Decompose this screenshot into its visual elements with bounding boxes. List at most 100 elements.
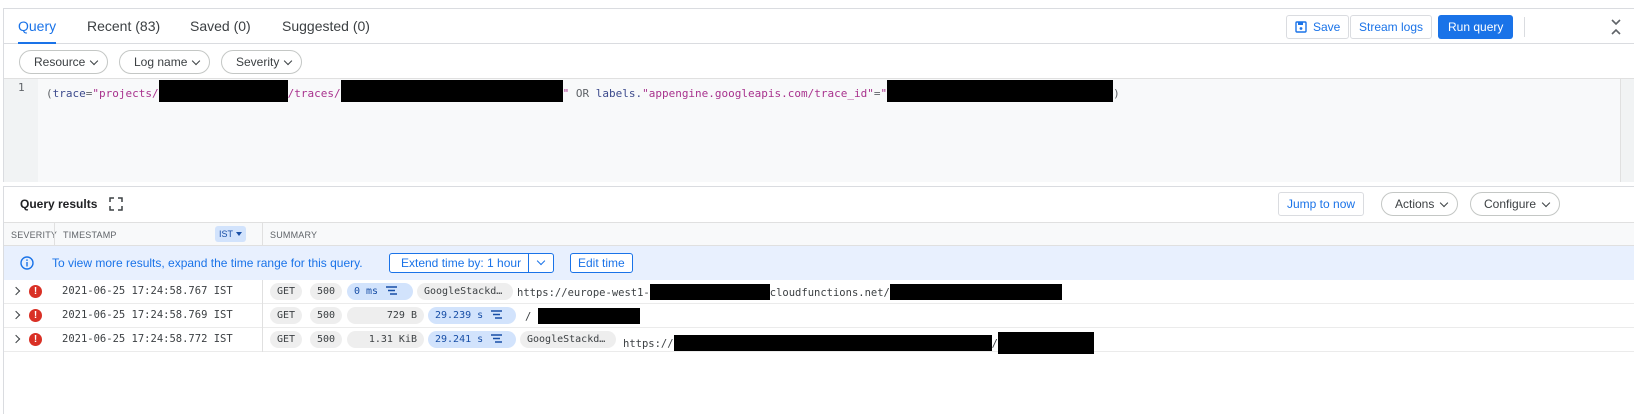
save-button[interactable]: Save bbox=[1286, 15, 1350, 39]
column-divider bbox=[54, 223, 55, 245]
expand-caret-icon[interactable] bbox=[11, 310, 21, 320]
code-token: /traces/ bbox=[287, 87, 341, 100]
edit-time-button[interactable]: Edit time bbox=[570, 253, 633, 273]
expand-caret-icon[interactable] bbox=[11, 286, 21, 296]
query-editor[interactable]: 1 (trace="projects//traces/" OR labels."… bbox=[4, 78, 1634, 182]
code-token: OR bbox=[575, 87, 590, 100]
code-token: ( bbox=[46, 87, 53, 100]
banner-text: To view more results, expand the time ra… bbox=[52, 256, 363, 270]
status-chip[interactable]: 500 bbox=[310, 307, 343, 324]
row-timestamp: 2021-06-25 17:24:58.772 IST bbox=[62, 333, 233, 345]
latency-value: 29.241 s bbox=[435, 334, 484, 345]
collapse-icon[interactable] bbox=[1608, 17, 1624, 37]
summary-column-header[interactable]: SUMMARY bbox=[270, 230, 317, 240]
results-panel: Query results Jump to now Actions Config… bbox=[3, 186, 1634, 414]
response-size-chip[interactable]: 729 B bbox=[347, 307, 424, 324]
tab-suggested[interactable]: Suggested (0) bbox=[282, 9, 370, 44]
tab-query[interactable]: Query bbox=[18, 9, 57, 44]
log-row[interactable]: ! 2021-06-25 17:24:58.769 IST GET 500 72… bbox=[4, 304, 1634, 328]
waterfall-icon bbox=[386, 286, 398, 295]
editor-gutter: 1 bbox=[4, 79, 38, 182]
query-tabs: Query Recent (83) Saved (0) Suggested (0… bbox=[4, 9, 1634, 44]
response-size-chip[interactable]: 1.31 KiB bbox=[347, 331, 424, 348]
log-row[interactable]: ! 2021-06-25 17:24:58.767 IST GET 500 0 … bbox=[4, 280, 1634, 304]
results-title: Query results bbox=[20, 197, 98, 211]
expand-caret-icon[interactable] bbox=[11, 334, 21, 344]
request-url[interactable]: / bbox=[525, 308, 640, 324]
latency-chip[interactable]: 29.239 s bbox=[428, 307, 516, 324]
code-token: " bbox=[562, 87, 570, 100]
chevron-down-icon bbox=[1440, 198, 1449, 208]
row-timestamp: 2021-06-25 17:24:58.769 IST bbox=[62, 309, 233, 321]
redacted-block bbox=[537, 308, 640, 324]
jump-to-now-button[interactable]: Jump to now bbox=[1278, 192, 1365, 216]
log-name-filter-label: Log name bbox=[134, 55, 188, 69]
waterfall-icon bbox=[491, 310, 503, 319]
redacted-block bbox=[997, 332, 1094, 354]
filter-chips: Resource Log name Severity bbox=[4, 44, 1634, 78]
redacted-block bbox=[889, 284, 1062, 300]
chevron-down-icon bbox=[284, 56, 293, 66]
column-divider bbox=[262, 328, 263, 352]
code-token: trace bbox=[52, 87, 86, 100]
save-icon bbox=[1295, 21, 1307, 33]
actions-button[interactable]: Actions bbox=[1381, 192, 1459, 216]
chevron-down-icon bbox=[1541, 198, 1551, 208]
editor-scrollbar[interactable] bbox=[1620, 79, 1634, 182]
chevron-down-icon bbox=[192, 56, 201, 66]
method-chip[interactable]: GET bbox=[270, 331, 303, 348]
row-timestamp: 2021-06-25 17:24:58.767 IST bbox=[62, 285, 233, 297]
query-text[interactable]: (trace = "projects/ /traces/ " OR labels."ap… bbox=[46, 80, 1601, 102]
configure-button[interactable]: Configure bbox=[1470, 192, 1561, 216]
request-url[interactable]: https://europe-west1- cloudfunctions.net/ bbox=[517, 284, 1062, 300]
redacted-block bbox=[887, 80, 1114, 102]
error-icon: ! bbox=[29, 333, 42, 346]
log-row[interactable]: ! 2021-06-25 17:24:58.772 IST GET 500 1.… bbox=[4, 328, 1634, 354]
redacted-block bbox=[649, 284, 770, 300]
severity-column-header[interactable]: SEVERITY bbox=[11, 230, 57, 240]
url-prefix: https://europe-west1- bbox=[517, 287, 650, 299]
status-chip[interactable]: 500 bbox=[310, 331, 343, 348]
request-url[interactable]: https:/// bbox=[623, 332, 1094, 354]
redacted-block bbox=[340, 80, 563, 102]
severity-filter[interactable]: Severity bbox=[221, 50, 303, 74]
method-chip[interactable]: GET bbox=[270, 283, 303, 300]
waterfall-icon bbox=[491, 334, 503, 343]
chevron-down-icon bbox=[536, 256, 546, 266]
latency-value: 29.239 s bbox=[435, 310, 484, 321]
results-header: Query results Jump to now Actions Config… bbox=[4, 187, 1634, 222]
timestamp-column-header[interactable]: TIMESTAMP bbox=[63, 230, 117, 240]
line-number: 1 bbox=[18, 81, 25, 94]
fullscreen-icon[interactable] bbox=[109, 197, 123, 211]
log-name-filter[interactable]: Log name bbox=[119, 50, 211, 74]
code-token: ) bbox=[1113, 87, 1120, 100]
code-token: = bbox=[873, 87, 881, 100]
latency-value: 0 ms bbox=[354, 286, 379, 297]
stream-logs-button[interactable]: Stream logs bbox=[1350, 15, 1433, 39]
user-agent-chip[interactable]: GoogleStackd… bbox=[520, 331, 616, 348]
timezone-dropdown[interactable]: IST bbox=[215, 226, 247, 242]
info-icon bbox=[20, 256, 34, 270]
url-prefix: / bbox=[525, 311, 532, 323]
status-chip[interactable]: 500 bbox=[310, 283, 343, 300]
configure-label: Configure bbox=[1484, 197, 1537, 211]
query-panel: Query Recent (83) Saved (0) Suggested (0… bbox=[3, 8, 1634, 182]
extend-time-dropdown[interactable] bbox=[529, 254, 553, 272]
redacted-block bbox=[673, 335, 992, 351]
extend-time-button[interactable]: Extend time by: 1 hour bbox=[390, 254, 529, 272]
error-icon: ! bbox=[29, 285, 42, 298]
resource-filter[interactable]: Resource bbox=[19, 50, 109, 74]
method-chip[interactable]: GET bbox=[270, 307, 303, 324]
user-agent-chip[interactable]: GoogleStackd… bbox=[417, 283, 513, 300]
latency-chip[interactable]: 0 ms bbox=[347, 283, 413, 300]
severity-filter-label: Severity bbox=[236, 55, 280, 69]
latency-chip[interactable]: 29.241 s bbox=[428, 331, 516, 348]
tab-saved[interactable]: Saved (0) bbox=[190, 9, 251, 44]
code-token: "appengine.googleapis.com/trace_id" bbox=[642, 87, 874, 100]
extend-time-split-button: Extend time by: 1 hour bbox=[389, 253, 554, 273]
toolbar-divider bbox=[1524, 17, 1525, 37]
redacted-block bbox=[158, 80, 288, 102]
tab-recent[interactable]: Recent (83) bbox=[87, 9, 160, 44]
caret-down-icon bbox=[236, 232, 243, 236]
run-query-button[interactable]: Run query bbox=[1438, 15, 1514, 39]
